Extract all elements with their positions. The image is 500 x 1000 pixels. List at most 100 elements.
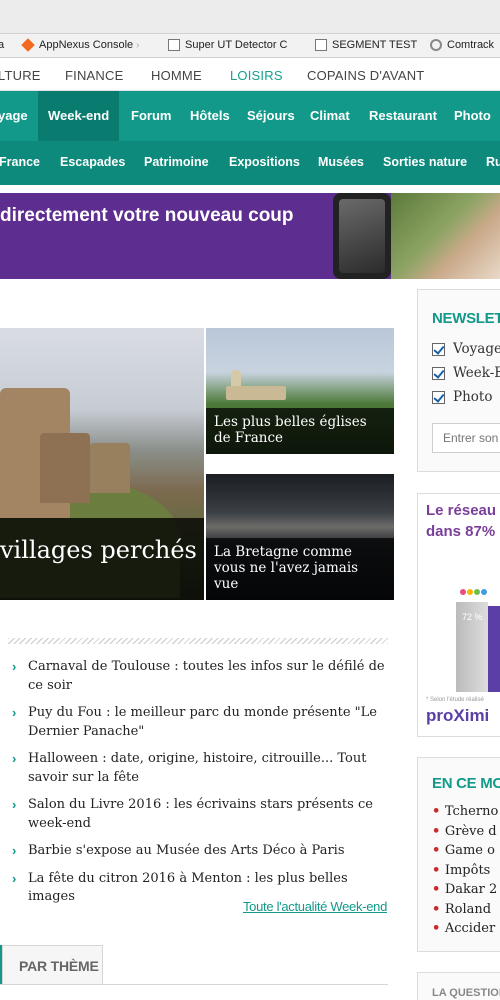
hero-tile-bretagne[interactable]: La Bretagne comme vous ne l'avez jamais … xyxy=(206,474,394,600)
phone-image xyxy=(333,193,391,279)
trending-list: Tcherno Grève d Game o Impôts Dakar 2 Ro… xyxy=(432,802,498,939)
appnexus-icon xyxy=(21,38,35,52)
trending-item[interactable]: Impôts xyxy=(432,861,498,881)
bookmark-label: Super UT Detector C xyxy=(185,39,288,51)
ad-banner-text: directement votre nouveau coup xyxy=(0,205,294,226)
bookmark-segment-test[interactable]: SEGMENT TEST xyxy=(315,39,417,51)
chevron-icon: › xyxy=(136,39,140,51)
site-nav-item[interactable]: FINANCE xyxy=(65,68,123,83)
ad-banner[interactable]: directement votre nouveau coup xyxy=(0,193,500,279)
news-item[interactable]: › Barbie s'expose au Musée des Arts Déco … xyxy=(12,842,387,861)
sidebar-ad[interactable]: Le réseau dans 87% 72 % * Selon l'étude … xyxy=(417,493,500,737)
all-news-link[interactable]: Toute l'actualité Week-end xyxy=(243,899,387,914)
hero-main-caption[interactable]: villages perchés xyxy=(0,536,197,564)
tab-label: PAR THÈME xyxy=(19,958,99,974)
trending-item[interactable]: Grève d xyxy=(432,822,498,842)
newsletter-option[interactable]: Photo xyxy=(432,389,492,405)
primary-nav-item[interactable]: Climat xyxy=(310,108,350,123)
news-item-text[interactable]: Barbie s'expose au Musée des Arts Déco à… xyxy=(28,843,345,858)
primary-nav: yage Week-end Forum Hôtels Séjours Clima… xyxy=(0,91,500,141)
primary-nav-item-active[interactable]: Week-end xyxy=(38,91,120,141)
primary-nav-item[interactable]: yage xyxy=(0,108,28,123)
primary-nav-item[interactable]: Restaurant xyxy=(369,108,437,123)
bookmark-super-ut[interactable]: Super UT Detector C xyxy=(168,39,288,51)
news-item-text[interactable]: Halloween : date, origine, histoire, cit… xyxy=(28,751,366,785)
chevron-right-icon: › xyxy=(12,843,17,858)
section-divider xyxy=(8,638,388,644)
secondary-nav-item[interactable]: Escapades xyxy=(60,155,125,169)
question-title: LA QUESTION xyxy=(432,987,500,999)
primary-nav-item[interactable]: Forum xyxy=(131,108,171,123)
news-item[interactable]: › Puy du Fou : le meilleur parc du monde … xyxy=(12,704,387,741)
document-icon xyxy=(315,39,327,51)
chevron-right-icon: › xyxy=(12,751,17,766)
site-nav-item[interactable]: LTURE xyxy=(0,68,41,83)
bookmark-label: SEGMENT TEST xyxy=(332,39,418,51)
newsletter-option[interactable]: Voyage xyxy=(432,341,500,357)
church-shape xyxy=(226,386,286,400)
primary-nav-item[interactable]: Séjours xyxy=(247,108,295,123)
checkbox[interactable] xyxy=(432,342,445,356)
secondary-nav-item[interactable]: Musées xyxy=(318,155,364,169)
hero-tile-churches[interactable]: Les plus belles églises de France xyxy=(206,328,394,454)
question-box: LA QUESTION xyxy=(417,972,500,1000)
newsletter-option[interactable]: Week-E xyxy=(432,365,500,381)
site-nav-item[interactable]: COPAINS D'AVANT xyxy=(307,68,424,83)
banner-photo xyxy=(391,193,500,279)
secondary-nav-item[interactable]: France xyxy=(0,155,40,169)
news-item-text[interactable]: Carnaval de Toulouse : toutes les infos … xyxy=(28,659,385,693)
ad-brand-logo: proXimi xyxy=(426,706,490,725)
tab-divider xyxy=(0,984,388,985)
ad-headline: Le réseau xyxy=(426,502,497,519)
ad-bar xyxy=(488,606,500,692)
site-nav-item[interactable]: HOMME xyxy=(151,68,202,83)
trending-box: EN CE MOM Tcherno Grève d Game o Impôts … xyxy=(417,757,500,952)
trending-item[interactable]: Dakar 2 xyxy=(432,880,498,900)
newsletter-box: NEWSLETT Voyage Week-E Photo xyxy=(417,289,500,472)
bookmarks-bar: a AppNexus Console › Super UT Detector C… xyxy=(0,34,500,58)
news-item-text[interactable]: Puy du Fou : le meilleur parc du monde p… xyxy=(28,705,377,739)
option-label: Photo xyxy=(453,389,493,405)
option-label: Week-E xyxy=(453,365,500,381)
bookmark-label: Comtrack xyxy=(447,39,495,51)
app-icons xyxy=(460,582,490,596)
trending-title: EN CE MOM xyxy=(432,775,500,792)
trending-item[interactable]: Accider xyxy=(432,919,498,939)
secondary-nav-item[interactable]: Sorties nature xyxy=(383,155,467,169)
tile-caption[interactable]: Les plus belles églises de France xyxy=(206,408,394,454)
secondary-nav-item[interactable]: Expositions xyxy=(229,155,300,169)
chevron-right-icon: › xyxy=(12,870,17,886)
chevron-right-icon: › xyxy=(12,659,17,674)
news-item[interactable]: › Carnaval de Toulouse : toutes les infos… xyxy=(12,658,387,695)
ad-headline: dans 87% xyxy=(426,523,496,540)
bookmark-appnexus[interactable]: AppNexus Console › xyxy=(21,38,140,52)
bookmark-item[interactable]: a xyxy=(0,39,4,51)
trending-item[interactable]: Tcherno xyxy=(432,802,498,822)
bookmark-comtrack[interactable]: Comtrack xyxy=(430,39,494,51)
news-item[interactable]: › Salon du Livre 2016 : les écrivains sta… xyxy=(12,796,387,833)
chevron-right-icon: › xyxy=(12,705,17,720)
secondary-nav-item[interactable]: Patrimoine xyxy=(144,155,209,169)
ad-percent: 72 % xyxy=(462,612,483,622)
gear-icon xyxy=(430,39,442,51)
checkbox[interactable] xyxy=(432,366,445,380)
chevron-right-icon: › xyxy=(12,797,17,812)
tile-caption[interactable]: La Bretagne comme vous ne l'avez jamais … xyxy=(206,538,394,600)
trending-item[interactable]: Game o xyxy=(432,841,498,861)
village-shape xyxy=(90,443,130,493)
primary-nav-item[interactable]: Photo xyxy=(454,108,491,123)
checkbox[interactable] xyxy=(432,390,445,404)
bookmark-label: a xyxy=(0,39,5,51)
newsletter-email-input[interactable] xyxy=(432,423,500,453)
tab-par-theme[interactable]: PAR THÈME xyxy=(2,945,103,985)
hero-main-article[interactable]: villages perchés xyxy=(0,328,204,600)
primary-nav-item[interactable]: Hôtels xyxy=(190,108,230,123)
village-shape xyxy=(40,433,90,503)
ad-footnote: * Selon l'étude réalisé xyxy=(426,697,484,703)
news-item[interactable]: › Halloween : date, origine, histoire, ci… xyxy=(12,750,387,787)
trending-item[interactable]: Roland xyxy=(432,900,498,920)
newsletter-title: NEWSLETT xyxy=(432,310,500,327)
site-nav-item-active[interactable]: LOISIRS xyxy=(230,68,283,83)
news-item-text[interactable]: Salon du Livre 2016 : les écrivains star… xyxy=(28,797,373,831)
secondary-nav-item[interactable]: Ru xyxy=(486,155,500,169)
